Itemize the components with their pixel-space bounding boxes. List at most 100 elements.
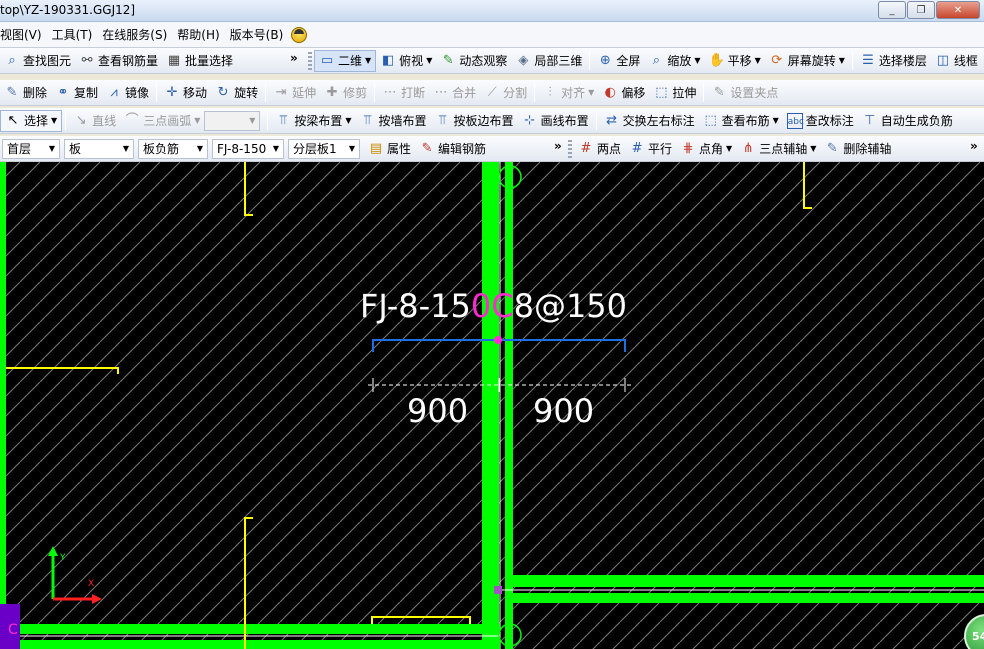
three-point-arc-dropdown[interactable]: ⌒ 三点画弧 ▼: [120, 110, 204, 132]
point-angle-icon: ⋕: [682, 140, 694, 156]
center-wall-right: [505, 162, 513, 649]
find-element-button[interactable]: ⌕ 查找图元: [0, 50, 75, 72]
toolbar-grip[interactable]: [568, 139, 572, 158]
drawing-canvas[interactable]: Y X FJ-8-150C8@150 900 900 C 54: [0, 162, 984, 649]
mirror-label: 镜像: [125, 86, 150, 100]
split-icon: ⟋: [487, 84, 497, 100]
view-rebar-layout-dropdown[interactable]: ⬚ 查看布筋 ▼: [699, 110, 783, 132]
toolbar-view: ⌕ 查找图元 ⚯ 查看钢筋量 ▦ 批量选择 » ▭ 二维 ▼ ◧ 俯视 ▼ ✎ 动态观察 ◈ 局部…: [0, 48, 984, 74]
check-edit-annotation-button[interactable]: abc 查改标注: [783, 110, 858, 132]
two-point-axis-button[interactable]: # 两点: [574, 138, 625, 160]
restore-button[interactable]: ❐: [907, 1, 935, 19]
menu-version[interactable]: 版本号(B): [225, 26, 289, 43]
wireframe-icon: ◫: [936, 52, 950, 68]
dropdown-arrow-icon: ▼: [51, 116, 58, 125]
split-button[interactable]: ⟋ 分割: [480, 82, 531, 104]
delete-axis-button[interactable]: ✎ 删除辅轴: [820, 138, 895, 160]
three-point-axis-dropdown[interactable]: ⋔ 三点辅轴 ▼: [736, 138, 820, 160]
toolbar-overflow-icon[interactable]: »: [290, 51, 298, 65]
local-3d-button[interactable]: ◈ 局部三维: [511, 50, 586, 72]
separator: [156, 83, 158, 102]
type-select[interactable]: 板负筋 ▼: [138, 138, 208, 159]
dimension-right[interactable]: 900: [533, 392, 594, 430]
wireframe-button[interactable]: ◫ 线框: [931, 50, 982, 72]
properties-button[interactable]: ▤ 属性: [364, 138, 415, 160]
place-by-wall-button[interactable]: ⫪ 按墙布置: [356, 110, 431, 132]
pan-dropdown[interactable]: ✋ 平移 ▼: [705, 50, 765, 72]
cube-icon: ◧: [382, 52, 395, 68]
mirror-button[interactable]: ⩘ 镜像: [102, 82, 153, 104]
bottom-right-beam-2: [513, 593, 984, 603]
arc-icon: ⌒: [125, 112, 139, 128]
top-view-label: 俯视: [399, 54, 424, 68]
bottom-left-beam: [0, 624, 500, 634]
select-floor-button[interactable]: ☰ 选择楼层: [856, 50, 931, 72]
place-by-slab-edge-label: 按板边布置: [453, 114, 514, 128]
floor-select[interactable]: 首层 ▼: [2, 138, 60, 159]
dimension-left[interactable]: 900: [407, 392, 468, 430]
dynamic-orbit-button[interactable]: ✎ 动态观察: [436, 50, 511, 72]
2d-view-dropdown[interactable]: ▭ 二维 ▼: [314, 49, 377, 72]
menu-help[interactable]: 帮助(H): [172, 26, 224, 43]
three-point-axis-icon: ⋔: [742, 140, 754, 156]
swap-annotation-button[interactable]: ⇄ 交换左右标注: [600, 110, 699, 132]
arc-option-select[interactable]: ▼: [204, 110, 261, 131]
break-button[interactable]: ⋯ 打断: [378, 82, 429, 104]
place-by-beam-dropdown[interactable]: ⫪ 按梁布置 ▼: [271, 110, 355, 132]
fullscreen-button[interactable]: ⊕ 全屏: [593, 50, 644, 72]
screen-rotate-dropdown[interactable]: ⟳ 屏幕旋转 ▼: [765, 50, 849, 72]
dropdown-arrow-icon: ▼: [838, 56, 845, 65]
rotate-button[interactable]: ↻ 旋转: [211, 82, 262, 104]
status-value: 54: [972, 630, 984, 643]
set-grip-button[interactable]: ✎ 设置夹点: [707, 82, 782, 104]
menu-online-service[interactable]: 在线服务(S): [97, 26, 172, 43]
trim-button[interactable]: ✚ 修剪: [320, 82, 371, 104]
edit-rebar-button[interactable]: ✎ 编辑钢筋: [415, 138, 490, 160]
break-label: 打断: [401, 86, 426, 100]
move-icon: ✛: [166, 84, 178, 100]
offset-button[interactable]: ◐ 偏移: [598, 82, 649, 104]
draw-line-placement-button[interactable]: ⊹ 画线布置: [518, 110, 593, 132]
move-button[interactable]: ✛ 移动: [160, 82, 211, 104]
select-dropdown[interactable]: ↖ 选择 ▼: [0, 109, 63, 132]
extend-button[interactable]: ⇥ 延伸: [269, 82, 320, 104]
menu-tools[interactable]: 工具(T): [47, 26, 98, 43]
ucs-y-label: Y: [59, 553, 66, 563]
stretch-button[interactable]: ⬚ 拉伸: [649, 82, 700, 104]
delete-button[interactable]: ✎ 删除: [0, 82, 51, 104]
element-select[interactable]: FJ-8-150 ▼: [212, 138, 284, 159]
minimize-button[interactable]: _: [878, 1, 906, 19]
line-button[interactable]: ↘ 直线: [69, 110, 120, 132]
category-select[interactable]: 板 ▼: [64, 138, 134, 159]
place-by-wall-label: 按墙布置: [378, 114, 427, 128]
rebar-annotation[interactable]: FJ-8-150C8@150: [360, 287, 627, 325]
separator: [534, 83, 536, 102]
2d-label: 二维: [338, 54, 363, 68]
grid-icon: #: [580, 140, 592, 156]
draw-line-placement-label: 画线布置: [540, 114, 589, 128]
align-icon: ⫶: [548, 84, 552, 100]
zoom-dropdown[interactable]: ⌕ 缩放 ▼: [644, 50, 704, 72]
batch-select-button[interactable]: ▦ 批量选择: [162, 50, 237, 72]
top-view-dropdown[interactable]: ◧ 俯视 ▼: [376, 50, 436, 72]
user-face-icon[interactable]: [291, 26, 308, 43]
copy-button[interactable]: ⚭ 复制: [51, 82, 102, 104]
auto-generate-negative-rebar-button[interactable]: ⊤ 自动生成负筋: [858, 110, 957, 132]
parallel-axis-button[interactable]: # 平行: [625, 138, 676, 160]
grip-point[interactable]: [494, 336, 502, 344]
merge-button[interactable]: ⋯ 合并: [429, 82, 480, 104]
view-rebar-quantity-button[interactable]: ⚯ 查看钢筋量: [75, 50, 162, 72]
place-by-slab-edge-button[interactable]: ⫪ 按板边布置: [431, 110, 518, 132]
toolbar-grip[interactable]: [308, 51, 312, 70]
merge-icon: ⋯: [434, 84, 448, 100]
delete-label: 删除: [23, 86, 48, 100]
toolbar-overflow-icon[interactable]: »: [554, 139, 562, 153]
line-placement-icon: ⊹: [524, 112, 536, 128]
toolbar-overflow-icon[interactable]: »: [970, 139, 978, 153]
menu-view[interactable]: 视图(V): [0, 26, 47, 43]
extend-label: 延伸: [292, 86, 317, 100]
align-dropdown[interactable]: ⫶ 对齐 ▼: [538, 82, 598, 104]
close-button[interactable]: ✕: [936, 1, 980, 19]
point-angle-axis-dropdown[interactable]: ⋕ 点角 ▼: [676, 138, 736, 160]
layer-select[interactable]: 分层板1 ▼: [288, 138, 360, 159]
